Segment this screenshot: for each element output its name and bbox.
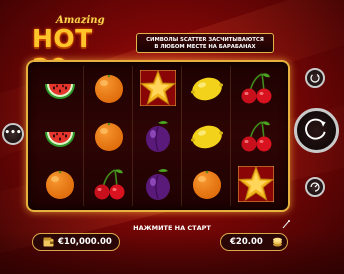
symbol-lemon [183,112,231,160]
banner-line-2: В ЛЮБОМ МЕСТЕ НА БАРАБАНАХ [154,44,256,50]
star-icon [140,70,176,106]
watermelon-icon [45,84,75,99]
symbol-watermelon [36,64,84,112]
watermelon-icon [45,132,75,147]
reel-divider [230,66,231,206]
plum-icon [146,121,170,152]
balance-display[interactable]: €10,000.00 [32,233,120,251]
orange-icon [95,74,123,103]
reel-5 [232,64,280,208]
status-message: НАЖМИТЕ НА СТАРТ [133,224,211,232]
turbo-button[interactable] [305,177,325,197]
reel-1 [36,64,84,208]
symbol-orange [36,160,84,208]
coins-icon [273,237,282,247]
star-icon [238,166,274,202]
cherry-icon [241,73,272,104]
symbol-orange [85,64,133,112]
symbol-watermelon [36,112,84,160]
reel-divider [83,66,84,206]
symbol-orange [183,160,231,208]
cherry-icon [241,121,272,152]
orange-icon [95,122,123,151]
magic-wand-icon[interactable] [281,219,291,229]
more-dots-icon: ••• [4,128,22,138]
balance-value: €10,000.00 [58,237,112,247]
turbo-icon [310,182,320,192]
symbol-orange [85,112,133,160]
reel-frame [26,60,290,212]
autoplay-button[interactable] [305,68,325,88]
game-logo: Amazing HOT 20 [32,15,124,82]
symbol-cherry [85,160,133,208]
reel-2 [85,64,133,208]
lemon-icon [191,125,223,149]
info-banner: СИМВОЛЫ SCATTER ЗАСЧИТЫВАЮТСЯ В ЛЮБОМ МЕ… [136,33,274,53]
lemon-icon [191,77,223,101]
banner-line-1: СИМВОЛЫ SCATTER ЗАСЧИТЫВАЮТСЯ [146,37,264,43]
bet-display[interactable]: €20.00 [220,233,288,251]
orange-icon [46,170,74,199]
symbol-star [232,160,280,208]
reel-3 [134,64,182,208]
symbol-plum [134,160,182,208]
symbol-cherry [232,112,280,160]
spin-button[interactable] [294,108,339,153]
reel-divider [181,66,182,206]
wallet-icon [43,237,54,247]
plum-icon [146,169,170,200]
reel-4 [183,64,231,208]
orange-icon [193,170,221,199]
symbol-star [134,64,182,112]
menu-button[interactable]: ••• [2,123,24,145]
cherry-icon [94,169,125,200]
reel-divider [132,66,133,206]
symbol-lemon [183,64,231,112]
symbol-plum [134,112,182,160]
spin-arrow-icon [305,118,326,140]
autoplay-icon [310,73,320,83]
symbol-cherry [232,64,280,112]
bet-value: €20.00 [230,237,263,247]
